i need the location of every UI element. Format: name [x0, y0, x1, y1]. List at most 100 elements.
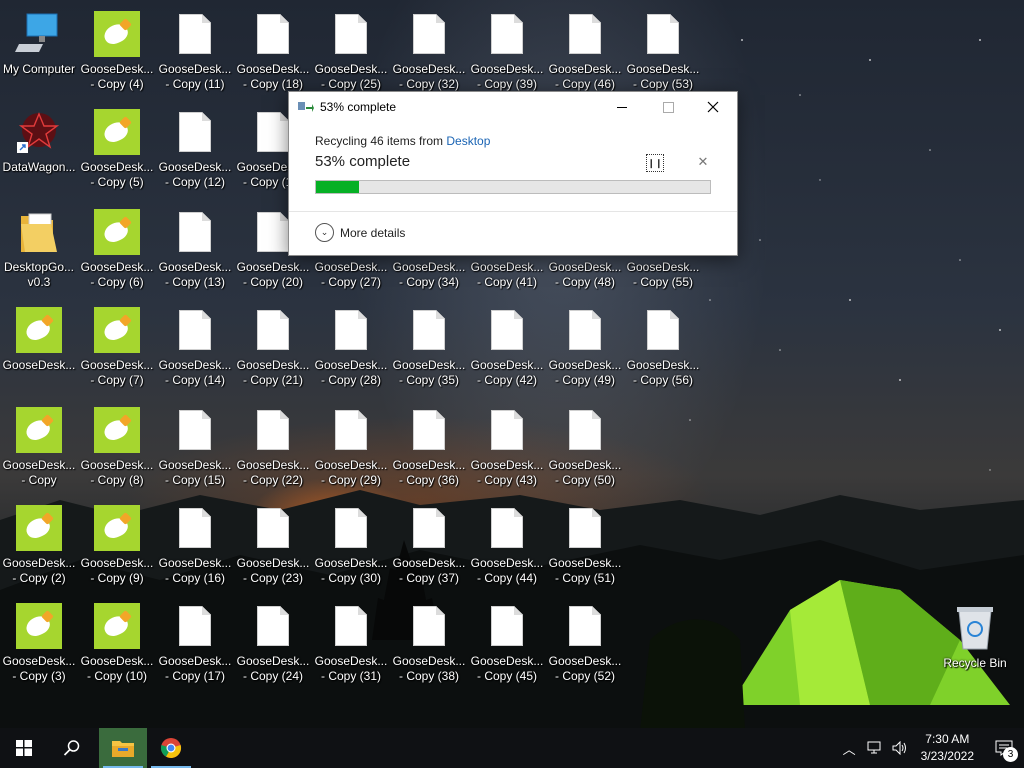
desktop-icon-label: GooseDesk... - Copy (51): [548, 556, 622, 585]
desktop-icon[interactable]: GooseDesk... - Copy (10): [79, 600, 155, 696]
chevron-up-icon[interactable]: ︿: [843, 739, 856, 758]
desktop-icon[interactable]: GooseDesk... - Copy (17): [157, 600, 233, 696]
maximize-button[interactable]: [645, 92, 691, 122]
desktop-icon-label: GooseDesk... - Copy (16): [158, 556, 232, 585]
status-line: Recycling 46 items from Desktop: [315, 134, 711, 148]
desktop-icon[interactable]: GooseDesk... - Copy (46): [547, 8, 623, 104]
document-icon: [561, 406, 609, 454]
desktop-icon[interactable]: GooseDesk... - Copy (30): [313, 502, 389, 598]
document-icon: [561, 10, 609, 58]
desktop-icon[interactable]: GooseDesk... - Copy (43): [469, 404, 545, 500]
folder-icon: [15, 208, 63, 256]
desktop-icon[interactable]: GooseDesk... - Copy (4): [79, 8, 155, 104]
desktop-icon[interactable]: GooseDesk... - Copy (50): [547, 404, 623, 500]
desktop-icon[interactable]: GooseDesk... - Copy (38): [391, 600, 467, 696]
desktop-icon[interactable]: GooseDesk... - Copy (44): [469, 502, 545, 598]
desktop-icon[interactable]: GooseDesk... - Copy (35): [391, 304, 467, 400]
document-icon: [327, 602, 375, 650]
desktop-icon-label: GooseDesk... - Copy (21): [236, 358, 310, 387]
document-icon: [171, 306, 219, 354]
desktop-icon[interactable]: GooseDesk... - Copy (52): [547, 600, 623, 696]
desktop-icon[interactable]: GooseDesk... - Copy (18): [235, 8, 311, 104]
desktop-icon[interactable]: GooseDesk... - Copy (11): [157, 8, 233, 104]
status-prefix: Recycling 46 items from: [315, 134, 447, 148]
desktop-icon[interactable]: GooseDesk... - Copy (23): [235, 502, 311, 598]
desktop-icon-label: GooseDesk... - Copy (41): [470, 260, 544, 289]
document-icon: [405, 406, 453, 454]
desktop-icon[interactable]: GooseDesk... - Copy (49): [547, 304, 623, 400]
pause-icon: ❙❙: [647, 157, 663, 168]
document-icon: [561, 504, 609, 552]
document-icon: [171, 504, 219, 552]
desktop-icon[interactable]: GooseDesk... - Copy (8): [79, 404, 155, 500]
desktop-icon[interactable]: GooseDesk... - Copy (21): [235, 304, 311, 400]
desktop-icon[interactable]: GooseDesk... - Copy (5): [79, 106, 155, 202]
desktop-icon[interactable]: GooseDesk... - Copy (37): [391, 502, 467, 598]
desktop-icon[interactable]: GooseDesk... - Copy (31): [313, 600, 389, 696]
desktop-icon-label: GooseDesk... - Copy (44): [470, 556, 544, 585]
desktop-icon-label: GooseDesk... - Copy (28): [314, 358, 388, 387]
desktop-icon[interactable]: My Computer: [1, 8, 77, 104]
document-icon: [639, 306, 687, 354]
minimize-button[interactable]: [599, 92, 645, 122]
document-icon: [327, 10, 375, 58]
desktop-icon-label: GooseDesk... - Copy (32): [392, 62, 466, 91]
search-button[interactable]: [48, 728, 96, 768]
desktop-icon-label: GooseDesk... - Copy: [2, 458, 76, 487]
desktop-icon-label: GooseDesk... - Copy (27): [314, 260, 388, 289]
desktop-icon[interactable]: GooseDesk... - Copy (28): [313, 304, 389, 400]
more-details-toggle[interactable]: ⌄ More details: [315, 223, 405, 242]
search-icon: [63, 740, 80, 756]
desktop-icon[interactable]: GooseDesk... - Copy (45): [469, 600, 545, 696]
desktop-icon[interactable]: GooseDesk... - Copy (12): [157, 106, 233, 202]
taskbar-chrome[interactable]: [147, 728, 195, 768]
volume-icon[interactable]: [892, 741, 908, 755]
desktop-icon[interactable]: GooseDesk... - Copy (53): [625, 8, 701, 104]
desktop-icon[interactable]: Recycle Bin: [937, 602, 1013, 698]
desktop-icon[interactable]: GooseDesk... - Copy (3): [1, 600, 77, 696]
document-icon: [405, 504, 453, 552]
desktop-icon-label: GooseDesk... - Copy (50): [548, 458, 622, 487]
desktop-icon-label: GooseDesk... - Copy (2): [2, 556, 76, 585]
document-icon: [405, 10, 453, 58]
desktop-icon[interactable]: GooseDesk... - Copy (56): [625, 304, 701, 400]
desktop-icon-label: GooseDesk... - Copy (49): [548, 358, 622, 387]
desktop-icon[interactable]: DataWagon...: [1, 106, 77, 202]
desktop-icon-label: GooseDesk... - Copy (11): [158, 62, 232, 91]
source-folder-link[interactable]: Desktop: [446, 134, 490, 148]
desktop-icon-label: GooseDesk... - Copy (5): [80, 160, 154, 189]
desktop-icon[interactable]: GooseDesk... - Copy (51): [547, 502, 623, 598]
desktop-icon[interactable]: GooseDesk... - Copy (24): [235, 600, 311, 696]
pause-button[interactable]: ❙❙: [646, 154, 664, 172]
desktop-icon[interactable]: GooseDesk... - Copy (9): [79, 502, 155, 598]
desktop-icon[interactable]: GooseDesk... - Copy (29): [313, 404, 389, 500]
desktop-icon-label: My Computer: [2, 62, 76, 76]
desktop-icon[interactable]: GooseDesk... - Copy (13): [157, 206, 233, 302]
taskbar-file-explorer[interactable]: [99, 728, 147, 768]
desktop-icon[interactable]: GooseDesk...: [1, 304, 77, 400]
desktop-icon[interactable]: GooseDesk... - Copy (36): [391, 404, 467, 500]
desktop-icon[interactable]: GooseDesk... - Copy (14): [157, 304, 233, 400]
goose-app-icon: [93, 602, 141, 650]
desktop-icon[interactable]: GooseDesk... - Copy (2): [1, 502, 77, 598]
desktop-icon[interactable]: GooseDesk... - Copy (39): [469, 8, 545, 104]
desktop-icon[interactable]: GooseDesk... - Copy (16): [157, 502, 233, 598]
goose-app-icon: [93, 108, 141, 156]
document-icon: [171, 602, 219, 650]
close-button[interactable]: [690, 92, 736, 122]
desktop-icon[interactable]: GooseDesk... - Copy (32): [391, 8, 467, 104]
start-button[interactable]: [0, 728, 48, 768]
cancel-operation-button[interactable]: ✕: [695, 154, 711, 170]
desktop-icon[interactable]: GooseDesk... - Copy (6): [79, 206, 155, 302]
desktop-icon[interactable]: GooseDesk... - Copy (42): [469, 304, 545, 400]
desktop-icon[interactable]: GooseDesk... - Copy (7): [79, 304, 155, 400]
desktop-icon[interactable]: GooseDesk... - Copy: [1, 404, 77, 500]
dialog-titlebar[interactable]: 53% complete: [289, 92, 737, 122]
desktop-icon[interactable]: GooseDesk... - Copy (22): [235, 404, 311, 500]
taskbar-clock[interactable]: 7:30 AM 3/23/2022: [921, 731, 974, 765]
desktop-icon[interactable]: GooseDesk... - Copy (15): [157, 404, 233, 500]
desktop-icon[interactable]: GooseDesk... - Copy (25): [313, 8, 389, 104]
action-center-button[interactable]: 3: [984, 740, 1024, 762]
desktop-icon[interactable]: DesktopGo... v0.3: [1, 206, 77, 302]
network-icon[interactable]: [866, 741, 882, 755]
